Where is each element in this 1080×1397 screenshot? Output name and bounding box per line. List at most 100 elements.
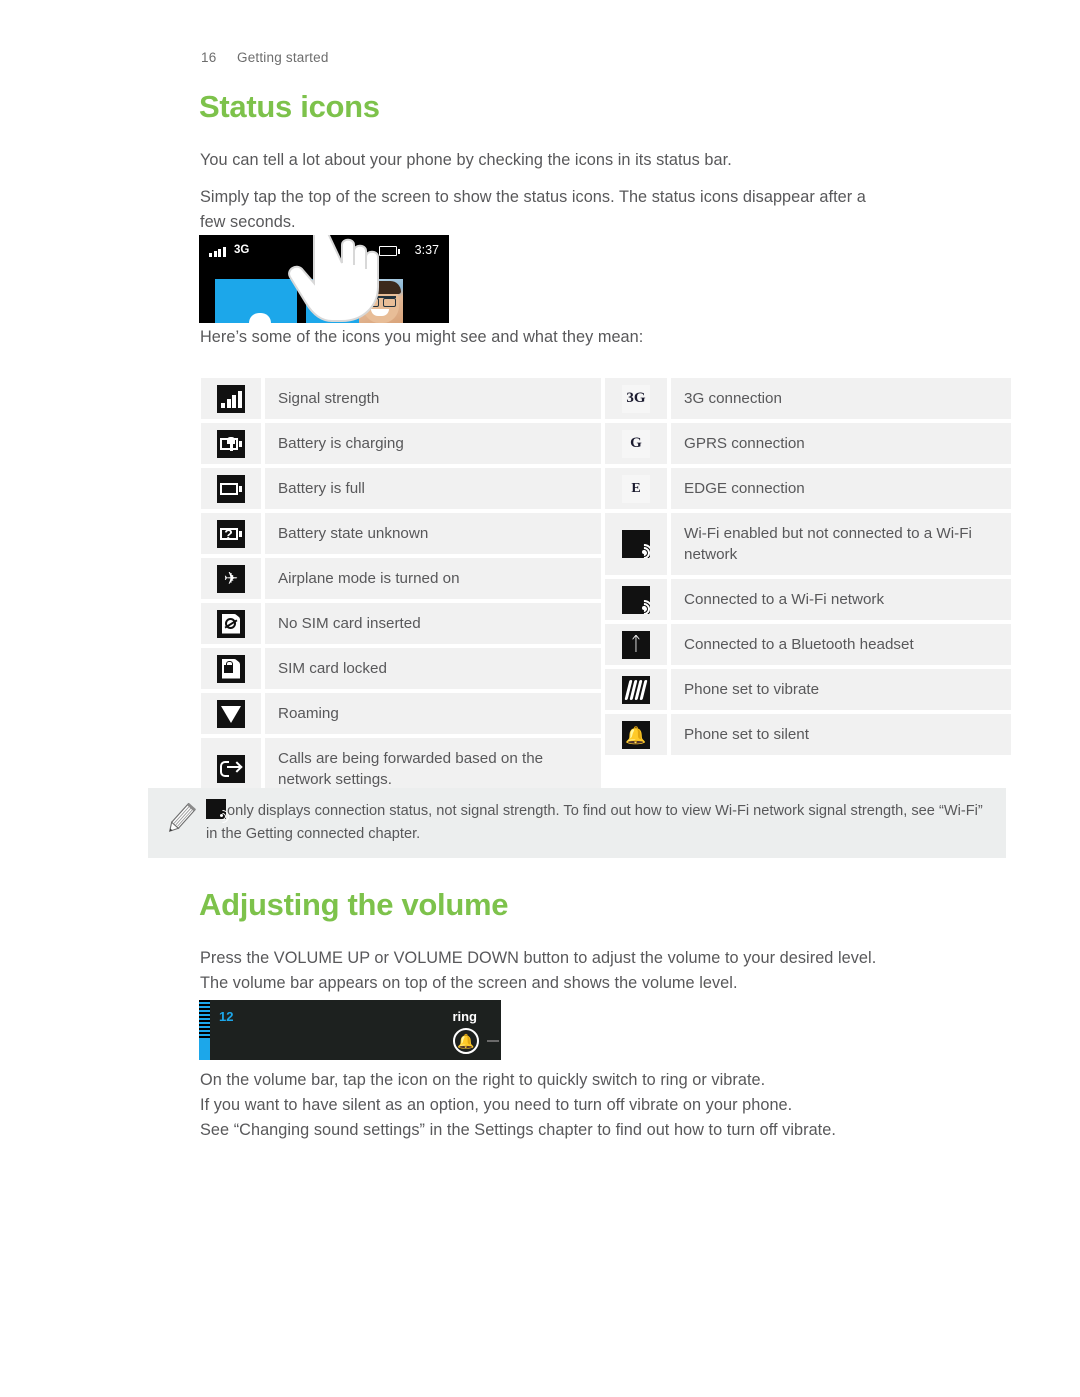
table-row: Connected to a Wi-Fi network bbox=[605, 579, 1011, 620]
note-box: only displays connection status, not sig… bbox=[148, 788, 1006, 858]
edge-connection-icon: E bbox=[622, 474, 650, 503]
icon-cell: ? bbox=[201, 513, 261, 554]
paragraph-line: The volume bar appears on top of the scr… bbox=[200, 974, 738, 992]
page-number: 16 bbox=[201, 50, 217, 65]
signal-strength-icon bbox=[217, 384, 245, 413]
divider bbox=[487, 1040, 499, 1042]
running-header: 16 Getting started bbox=[201, 50, 329, 65]
wifi-connected-icon bbox=[622, 585, 650, 614]
paragraph-intro: You can tell a lot about your phone by c… bbox=[200, 151, 732, 169]
icon-glyph: 3G bbox=[626, 390, 646, 406]
table-row: Signal strength bbox=[201, 378, 601, 419]
icon-cell bbox=[605, 669, 667, 710]
icon-description: No SIM card inserted bbox=[265, 603, 601, 644]
table-row: ᛏ Connected to a Bluetooth headset bbox=[605, 624, 1011, 665]
paragraph-simply-tap: Simply tap the top of the screen to show… bbox=[200, 185, 1010, 235]
icon-description: Airplane mode is turned on bbox=[265, 558, 601, 599]
3g-connection-icon: 3G bbox=[622, 384, 650, 413]
icon-description: 3G connection bbox=[671, 378, 1011, 419]
icon-cell: E bbox=[605, 468, 667, 509]
icon-cell bbox=[201, 693, 261, 734]
table-row: ? Battery state unknown bbox=[201, 513, 601, 554]
note-line-1: only displays connection status, not sig… bbox=[227, 803, 847, 819]
icon-description: Connected to a Wi-Fi network bbox=[671, 579, 1011, 620]
icon-cell: ✈ bbox=[201, 558, 261, 599]
icon-description: Wi-Fi enabled but not connected to a Wi-… bbox=[671, 513, 1011, 575]
signal-bars-icon bbox=[209, 246, 229, 257]
icon-cell: 🔔 bbox=[605, 714, 667, 755]
paragraph-volume-notes: On the volume bar, tap the icon on the r… bbox=[200, 1068, 1000, 1143]
icon-cell bbox=[201, 423, 261, 464]
icon-description: Phone set to silent bbox=[671, 714, 1011, 755]
table-row: 3G 3G connection bbox=[605, 378, 1011, 419]
icon-description: Phone set to vibrate bbox=[671, 669, 1011, 710]
table-row: No SIM card inserted bbox=[201, 603, 601, 644]
icon-description: Roaming bbox=[265, 693, 601, 734]
paragraph-line: Simply tap the top of the screen to show… bbox=[200, 188, 866, 206]
roaming-icon bbox=[217, 699, 245, 728]
paragraph-line: See “Changing sound settings” in the Set… bbox=[200, 1121, 836, 1139]
icon-glyph: G bbox=[630, 435, 642, 451]
icon-description: Connected to a Bluetooth headset bbox=[671, 624, 1011, 665]
volume-mode-label: ring bbox=[452, 1009, 477, 1024]
network-label: 3G bbox=[234, 244, 250, 256]
icon-cell bbox=[201, 378, 261, 419]
pointing-hand-icon bbox=[288, 235, 379, 322]
heading-adjusting-volume: Adjusting the volume bbox=[199, 887, 509, 922]
table-row: Roaming bbox=[201, 693, 601, 734]
no-sim-card-icon bbox=[217, 609, 245, 638]
battery-unknown-icon: ? bbox=[217, 519, 245, 548]
note-text: only displays connection status, not sig… bbox=[206, 799, 992, 846]
icon-cell: ᛏ bbox=[605, 624, 667, 665]
table-row: 🔔 Phone set to silent bbox=[605, 714, 1011, 755]
icon-cell bbox=[605, 579, 667, 620]
icon-cell bbox=[201, 648, 261, 689]
icon-cell bbox=[201, 468, 261, 509]
paragraph-line: If you want to have silent as an option,… bbox=[200, 1096, 793, 1114]
table-row: Wi-Fi enabled but not connected to a Wi-… bbox=[605, 513, 1011, 575]
paragraph-line: few seconds. bbox=[200, 213, 296, 231]
table-row: Battery is charging bbox=[201, 423, 601, 464]
icon-description: Battery is charging bbox=[265, 423, 601, 464]
table-row: ✈ Airplane mode is turned on bbox=[201, 558, 601, 599]
table-column-left: Signal strength Battery is charging Batt… bbox=[201, 378, 601, 804]
battery-charging-icon bbox=[217, 429, 245, 458]
battery-full-icon bbox=[217, 474, 245, 503]
icon-cell: 3G bbox=[605, 378, 667, 419]
pencil-icon bbox=[160, 799, 206, 846]
icon-cell: G bbox=[605, 423, 667, 464]
icon-description: EDGE connection bbox=[671, 468, 1011, 509]
icon-description: Signal strength bbox=[265, 378, 601, 419]
phone-statusbar-screenshot: 3G 3:37 bbox=[199, 235, 449, 323]
bell-icon[interactable]: 🔔 bbox=[453, 1028, 479, 1054]
call-forwarding-icon bbox=[217, 755, 245, 783]
gprs-connection-icon: G bbox=[622, 429, 650, 458]
table-row: E EDGE connection bbox=[605, 468, 1011, 509]
table-column-right: 3G 3G connection G GPRS connection E EDG… bbox=[605, 378, 1011, 759]
vibrate-icon bbox=[622, 675, 650, 704]
silent-icon: 🔔 bbox=[622, 720, 650, 749]
paragraph-line: On the volume bar, tap the icon on the r… bbox=[200, 1071, 766, 1089]
paragraph-heres-some: Here’s some of the icons you might see a… bbox=[200, 328, 644, 346]
icon-description: Battery is full bbox=[265, 468, 601, 509]
paragraph-line: Press the VOLUME UP or VOLUME DOWN butto… bbox=[200, 949, 877, 967]
icon-cell bbox=[605, 513, 667, 575]
clock-label: 3:37 bbox=[414, 243, 439, 257]
bluetooth-connected-icon: ᛏ bbox=[622, 630, 650, 659]
icon-glyph: E bbox=[631, 480, 641, 496]
wifi-enabled-icon bbox=[622, 530, 650, 558]
document-page: 16 Getting started Status icons You can t… bbox=[0, 0, 1080, 1397]
chapter-name: Getting started bbox=[237, 50, 329, 65]
table-row: SIM card locked bbox=[201, 648, 601, 689]
cloud-shape-icon bbox=[249, 313, 271, 323]
table-row: Battery is full bbox=[201, 468, 601, 509]
paragraph-volume-intro: Press the VOLUME UP or VOLUME DOWN butto… bbox=[200, 946, 1020, 996]
icon-description: GPRS connection bbox=[671, 423, 1011, 464]
volume-level-meter bbox=[199, 1000, 210, 1060]
sim-card-locked-icon bbox=[217, 654, 245, 683]
wifi-icon bbox=[206, 799, 232, 826]
icon-description: SIM card locked bbox=[265, 648, 601, 689]
table-row: Phone set to vibrate bbox=[605, 669, 1011, 710]
icon-description: Battery state unknown bbox=[265, 513, 601, 554]
icon-cell bbox=[201, 603, 261, 644]
